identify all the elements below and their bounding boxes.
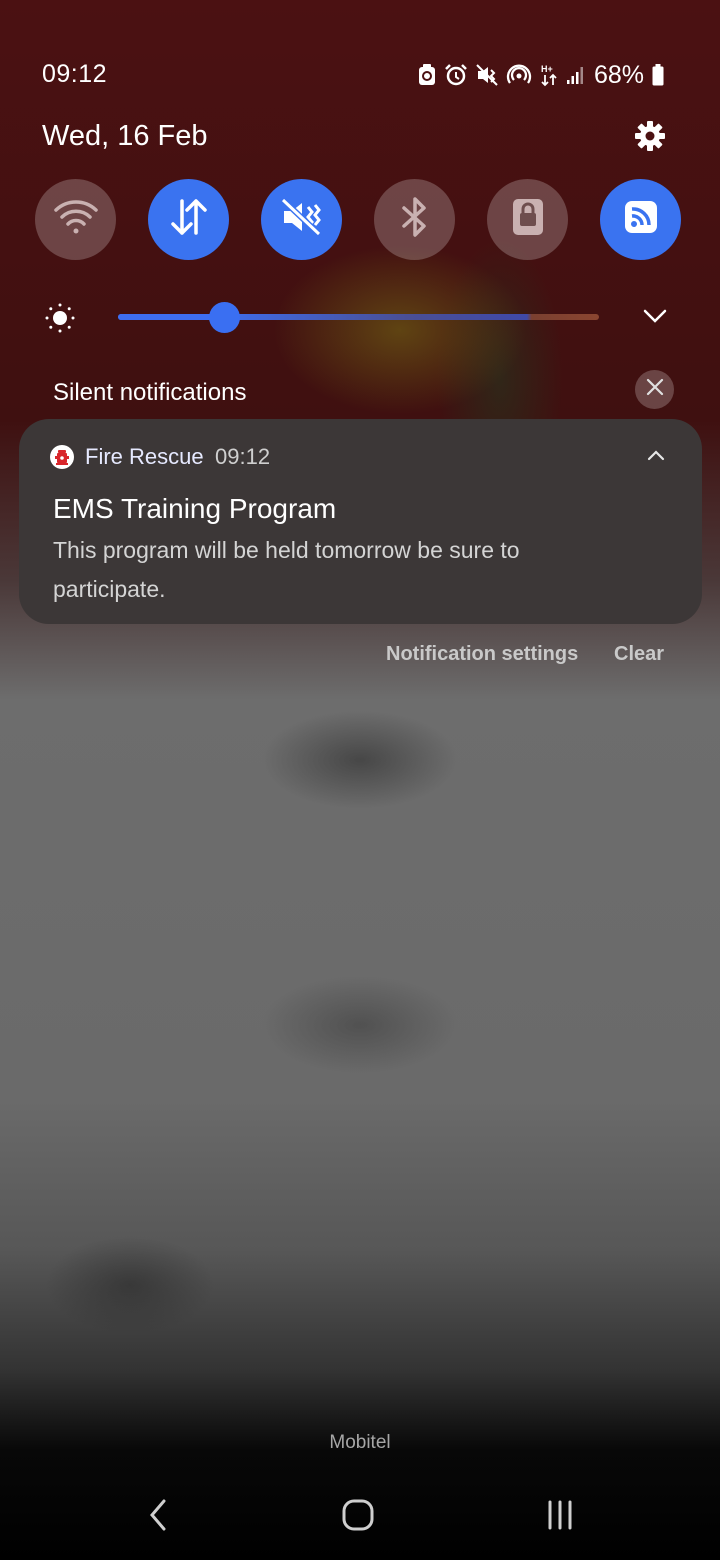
svg-text:H+: H+ [541,64,553,74]
battery-percent: 68% [594,60,645,89]
settings-button[interactable] [630,118,670,158]
screen-lock-tile[interactable] [487,179,568,260]
mute-icon [280,197,324,242]
notification-time: 09:12 [215,444,271,469]
wifi-tile[interactable] [35,179,116,260]
cast-tile[interactable] [600,179,681,260]
brightness-slider-thumb[interactable] [208,302,240,333]
notification-title: EMS Training Program [53,493,337,524]
wifi-icon [52,197,100,242]
brightness-icon [44,302,76,334]
recents-icon [544,1499,576,1536]
mute-tile[interactable] [261,179,342,260]
notification-body: This program will be held tomorrow be su… [53,537,520,602]
back-icon [148,1498,168,1537]
collapse-notification-button[interactable] [640,442,672,472]
chevron-up-icon [646,448,666,466]
silent-notifications-heading: Silent notifications [53,379,247,406]
status-time: 09:12 [42,60,108,88]
cast-icon [621,197,661,242]
signal-icon [566,65,584,85]
status-icons: H+ 68% [418,60,664,90]
mobile-data-tile[interactable] [148,179,229,260]
vibrate-icon [476,64,498,86]
chevron-down-icon [642,308,668,329]
expand-panel-button[interactable] [638,302,672,334]
back-button[interactable] [138,1495,178,1539]
recents-button[interactable] [538,1495,582,1539]
lock-icon [508,195,548,244]
notification-app-name: Fire Rescue [85,444,204,469]
gear-icon [634,120,666,157]
usb-debug-icon [418,64,436,86]
close-icon [646,378,664,401]
home-button[interactable] [336,1495,380,1539]
data-arrows-icon: H+ [540,63,558,87]
notification-settings-button[interactable]: Notification settings [386,643,578,666]
bluetooth-tile[interactable] [374,179,455,260]
date-label: Wed, 16 Feb [42,120,208,152]
data-transfer-icon [167,197,211,242]
alarm-icon [444,63,468,87]
clear-button[interactable]: Clear [614,643,664,666]
carrier-label: Mobitel [329,1432,391,1453]
hotspot-icon [506,64,532,86]
battery-icon [652,64,664,86]
dismiss-silent-button[interactable] [635,370,674,409]
home-icon [341,1498,375,1537]
fire-hydrant-icon [50,445,74,469]
bluetooth-icon [397,195,433,244]
